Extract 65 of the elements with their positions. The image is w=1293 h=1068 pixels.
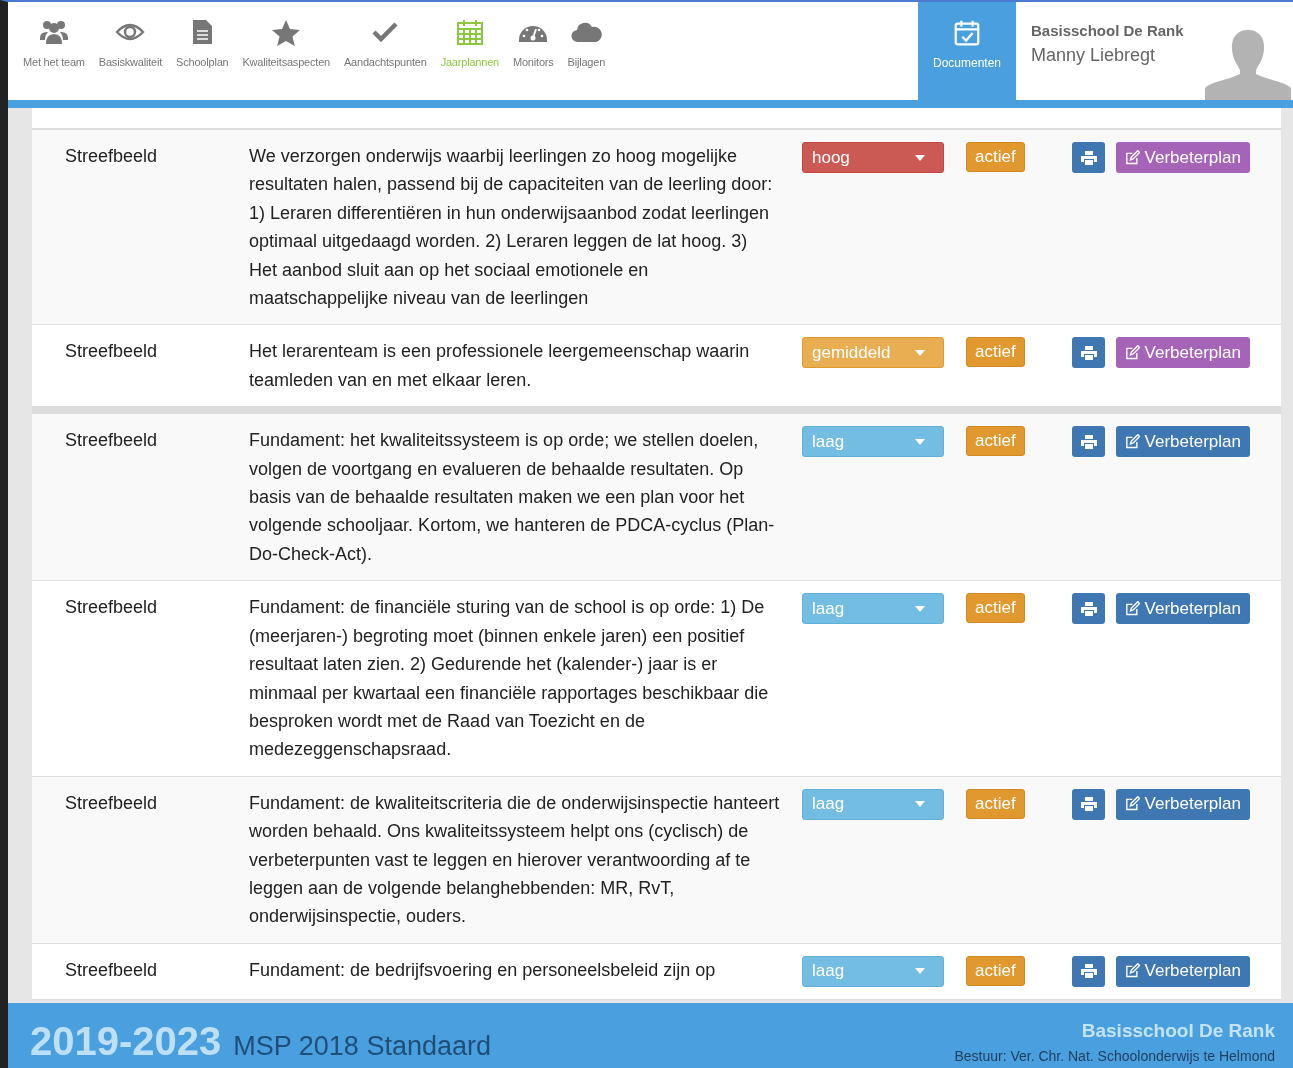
row-description: Fundament: de bedrijfsvoering en personeelsbeleid zijn op <box>249 958 717 982</box>
printer-icon <box>1080 797 1097 812</box>
improvement-plan-button[interactable]: Verbeterplan <box>1116 593 1250 625</box>
caret-icon <box>915 154 925 161</box>
printer-icon <box>1080 964 1097 979</box>
printer-icon <box>1080 150 1097 165</box>
nav-tab[interactable]: Kwaliteitsaspecten <box>235 2 337 100</box>
calendar-check-icon <box>952 18 982 48</box>
improvement-plan-button[interactable]: Verbeterplan <box>1116 142 1250 173</box>
print-button[interactable] <box>1072 142 1105 173</box>
printer-icon <box>1080 345 1097 360</box>
caret-icon <box>915 801 925 808</box>
row-description: Fundament: de financiële sturing van de school is op orde: 1) De (meerjaren-) begroting moet (binnen enkele jaren) een positief resultaat laten zien. 2) Gedurende het (kalender-) jaar is er minmaal per kwartaal een financiële rapportages beschikbaar die besproken wordt met de Raad van Toezicht en de medezeggenschapsraad. <box>249 596 770 762</box>
improvement-plan-button[interactable]: Verbeterplan <box>1116 955 1250 987</box>
row-description: Het lerarenteam is een professionele leergemeenschap waarin teamleden van en met elkaar leren. <box>249 340 751 392</box>
row-description: Fundament: de kwaliteitscriteria die de onderwijsinspectie hanteert worden behaald. Ons kwaliteitssysteem helpt ons (cyclisch) de verbeterpunten vast te leggen en hierover verantwoording af te leggen aan de volgende belanghebbenden: MR, RvT, onderwijsinspectie, ouders. <box>249 791 781 929</box>
status-label: actief <box>966 788 1025 819</box>
print-button[interactable] <box>1072 337 1105 369</box>
print-button[interactable] <box>1072 426 1105 458</box>
status-label: actief <box>966 955 1025 986</box>
edit-icon <box>1125 796 1140 813</box>
improvement-plan-button[interactable]: Verbeterplan <box>1116 337 1250 369</box>
row-type: Streefbeeld <box>65 429 159 453</box>
nav-tab[interactable]: Met het team <box>16 2 92 100</box>
print-button[interactable] <box>1072 788 1105 820</box>
print-button[interactable] <box>1072 955 1105 987</box>
edit-icon <box>1125 149 1140 166</box>
people-icon <box>37 18 70 46</box>
row-type: Streefbeeld <box>65 791 159 815</box>
footer-school-name: Basisschool De Rank <box>1081 1020 1275 1042</box>
row-type: Streefbeeld <box>65 596 159 620</box>
status-label: actief <box>966 593 1025 624</box>
plan-title: MSP 2018 Standaard <box>233 1031 491 1062</box>
row-description: We verzorgen onderwijs waarbij leerlingen zo hoog mogelijke resultaten halen, passend bij de capaciteiten van de leerling door: 1) Leraren differentiëren in hun onderwijsaanbod zodat leerlingen optimaal uitgedaagd worden. 2) Leraren leggen de lat hoog. 3) Het aanbod sluit aan op het sociaal emotionele en maatschappelijke niveau van de leerlingen <box>249 145 774 311</box>
school-name: Basisschool De Rank <box>1031 22 1184 39</box>
caret-icon <box>915 438 925 445</box>
documents-tab[interactable]: Documenten <box>918 2 1016 100</box>
status-label: actief <box>966 142 1025 172</box>
edit-icon <box>1125 344 1140 361</box>
user-name: Manny Liebregt <box>1031 45 1157 66</box>
improvement-plan-button[interactable]: Verbeterplan <box>1116 426 1250 458</box>
caret-icon <box>915 605 925 612</box>
caret-icon <box>915 349 925 356</box>
nav-tab[interactable]: Aandachtspunten <box>337 2 434 100</box>
edit-icon <box>1125 600 1140 617</box>
edit-icon <box>1125 963 1140 980</box>
printer-icon <box>1080 601 1097 616</box>
nav-tab[interactable]: Basiskwaliteit <box>91 2 170 100</box>
row-type: Streefbeeld <box>65 340 159 364</box>
printer-icon <box>1080 434 1097 449</box>
nav-tab[interactable]: Bijlagen <box>560 2 613 100</box>
plan-years: 2019-2023 <box>30 1019 222 1064</box>
board-name: Bestuur: Ver. Chr. Nat. Schoolonderwijs te Helmond <box>954 1048 1275 1064</box>
priority-dropdown[interactable]: hoog <box>802 142 944 173</box>
row-description: Fundament: het kwaliteitssysteem is op orde; we stellen doelen, volgen de voortgang en evalueren de behaalde resultaten. Op basis van de behaalde resultaten maken we een plan voor het volgende schooljaar. Kortom, we hanteren de PDCA-cyclus (Plan-Do-Check-Act). <box>249 429 776 566</box>
row-type: Streefbeeld <box>65 958 159 982</box>
nav-tab[interactable]: Schoolplan <box>169 2 236 100</box>
status-label: actief <box>966 337 1025 368</box>
nav-tab[interactable]: Monitors <box>506 2 561 100</box>
improvement-plan-button[interactable]: Verbeterplan <box>1116 788 1250 820</box>
edit-icon <box>1125 433 1140 450</box>
caret-icon <box>915 968 925 975</box>
print-button[interactable] <box>1072 593 1105 625</box>
row-type: Streefbeeld <box>65 145 159 168</box>
status-label: actief <box>966 426 1025 457</box>
